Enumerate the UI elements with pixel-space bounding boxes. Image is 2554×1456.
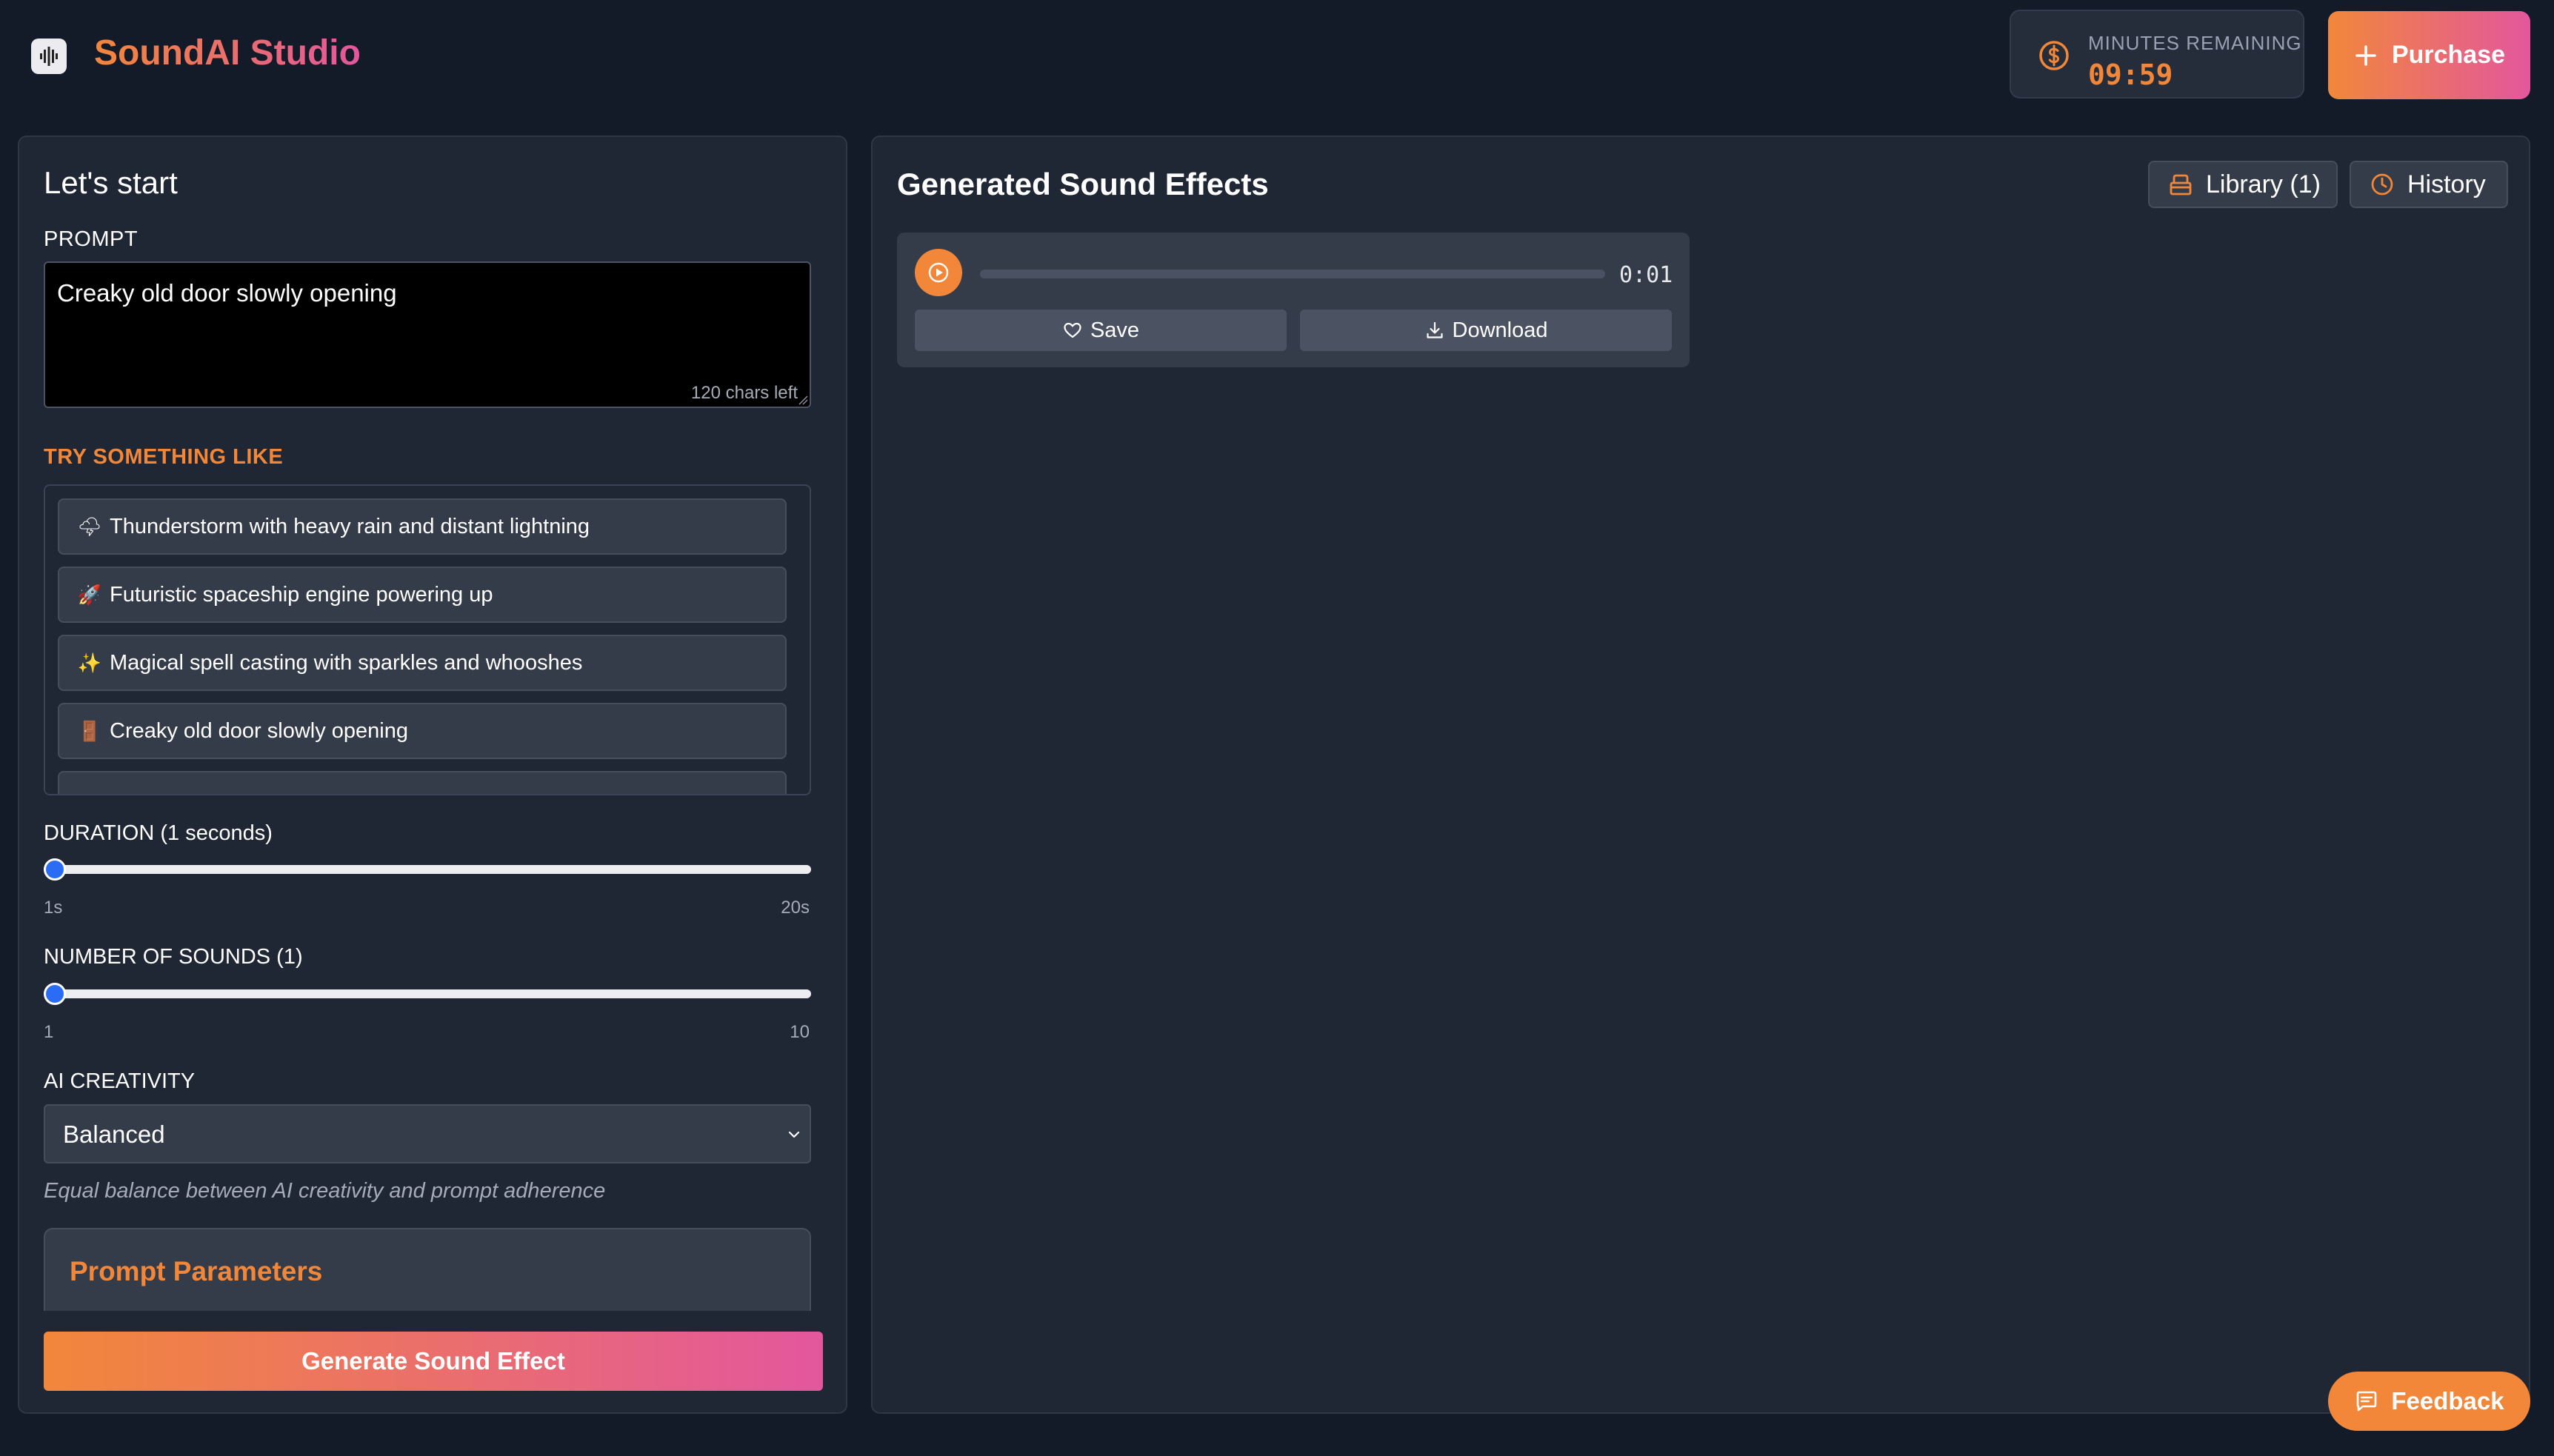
duration-slider[interactable] (44, 858, 811, 881)
dollar-coin-icon (2039, 41, 2069, 70)
ai-creativity-select[interactable]: Balanced (44, 1104, 811, 1163)
results-panel: Generated Sound Effects Library (1) Hist… (871, 136, 2530, 1414)
clock-icon (2371, 173, 2393, 196)
history-button-label: History (2407, 170, 2486, 198)
results-title: Generated Sound Effects (897, 167, 1269, 201)
suggestion-item-partial[interactable] (58, 771, 787, 794)
history-button[interactable]: History (2350, 161, 2508, 208)
play-circle-icon (928, 262, 949, 283)
prompt-parameters-title: Prompt Parameters (70, 1256, 323, 1286)
create-panel: Let's start PROMPT Creaky old door slowl… (18, 136, 847, 1414)
suggestion-item[interactable]: 🌩 Thunderstorm with heavy rain and dista… (58, 498, 787, 555)
num-sounds-slider[interactable] (44, 983, 811, 1005)
chevron-down-icon (788, 1131, 800, 1138)
library-button-label: Library (1) (2206, 170, 2321, 198)
suggestion-text: Futuristic spaceship engine powering up (110, 582, 493, 607)
num-sounds-label: NUMBER OF SOUNDS (1) (44, 945, 303, 969)
suggestion-text: Creaky old door slowly opening (110, 718, 408, 743)
suggestions-label: TRY SOMETHING LIKE (44, 445, 284, 469)
duration-max-label: 20s (781, 898, 810, 918)
heart-icon (1064, 322, 1081, 338)
save-button[interactable]: Save (915, 310, 1287, 351)
chars-left-counter: 120 chars left (690, 383, 798, 403)
audio-progress-bar[interactable] (980, 270, 1605, 278)
resize-grip-icon[interactable] (798, 395, 808, 405)
purchase-button[interactable]: Purchase (2328, 11, 2530, 99)
app-header: SoundAI Studio MINUTES REMAINING 09:59 P… (0, 0, 2554, 111)
message-square-icon (2357, 1391, 2377, 1412)
ai-creativity-selected: Balanced (63, 1121, 165, 1148)
feedback-button[interactable]: Feedback (2328, 1372, 2530, 1431)
duration-min-label: 1s (44, 898, 63, 918)
duration-label: DURATION (1 seconds) (44, 821, 273, 845)
cloud-lightning-icon: 🌩 (77, 515, 102, 538)
archive-box-icon (2170, 174, 2192, 196)
minutes-remaining-value: 09:59 (2088, 59, 2173, 91)
prompt-value: Creaky old door slowly opening (57, 279, 397, 307)
suggestion-item[interactable]: ✨ Magical spell casting with sparkles an… (58, 635, 787, 691)
ai-creativity-description: Equal balance between AI creativity and … (44, 1179, 606, 1203)
library-button[interactable]: Library (1) (2148, 161, 2338, 208)
minutes-remaining-panel: MINUTES REMAINING 09:59 (2010, 10, 2304, 98)
suggestions-list[interactable]: 🌩 Thunderstorm with heavy rain and dista… (44, 484, 811, 795)
prompt-textarea[interactable]: Creaky old door slowly opening 120 chars… (44, 261, 811, 408)
suggestion-item[interactable]: 🚪 Creaky old door slowly opening (58, 703, 787, 759)
num-sounds-max-label: 10 (790, 1022, 810, 1042)
duration-slider-thumb[interactable] (44, 858, 66, 881)
play-button[interactable] (915, 249, 962, 296)
num-sounds-min-label: 1 (44, 1022, 54, 1042)
generate-sound-button[interactable]: Generate Sound Effect (44, 1332, 823, 1391)
sparkles-icon: ✨ (77, 651, 102, 674)
suggestion-item[interactable]: 🚀 Futuristic spaceship engine powering u… (58, 567, 787, 623)
suggestion-text: Magical spell casting with sparkles and … (110, 650, 583, 675)
door-icon: 🚪 (77, 719, 102, 742)
prompt-parameters-section[interactable]: Prompt Parameters (44, 1228, 811, 1311)
audio-duration: 0:01 (1619, 262, 1673, 288)
minutes-remaining-label: MINUTES REMAINING (2088, 32, 2302, 54)
ai-creativity-label: AI CREATIVITY (44, 1069, 196, 1093)
download-icon (1426, 321, 1443, 338)
sound-result-card: 0:01 Save Download (897, 233, 1690, 367)
app-title: SoundAI Studio (94, 33, 361, 73)
plus-icon (2355, 44, 2376, 66)
save-button-label: Save (1090, 318, 1140, 342)
num-sounds-slider-thumb[interactable] (44, 983, 66, 1005)
panel-title: Let's start (44, 165, 178, 200)
download-button[interactable]: Download (1300, 310, 1672, 351)
rocket-icon: 🚀 (77, 583, 102, 606)
feedback-button-label: Feedback (2391, 1387, 2504, 1415)
prompt-label: PROMPT (44, 227, 139, 251)
suggestion-text: Thunderstorm with heavy rain and distant… (110, 514, 590, 538)
purchase-button-label: Purchase (2391, 41, 2506, 69)
download-button-label: Download (1452, 318, 1548, 342)
waveform-logo-icon (31, 39, 67, 74)
